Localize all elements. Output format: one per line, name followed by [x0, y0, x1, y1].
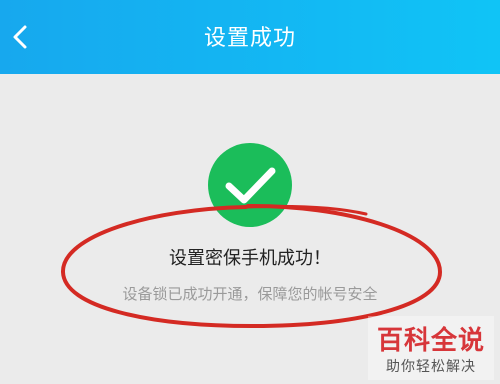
watermark-logo: 百科全说 助你轻松解决: [368, 316, 494, 380]
success-icon: [208, 143, 292, 227]
top-bar: 设置成功: [0, 0, 500, 74]
checkmark-icon: [225, 167, 276, 204]
page-title: 设置成功: [203, 26, 296, 51]
screen: 设置成功 设置密保手机成功！ 设备锁已成功开通，保障您的帐号安全 百科全说 助你…: [0, 0, 500, 384]
watermark-title: 百科全说: [376, 326, 485, 356]
watermark-subtitle: 助你轻松解决: [386, 359, 476, 375]
success-subtitle: 设备锁已成功开通，保障您的帐号安全: [122, 285, 378, 303]
success-title: 设置密保手机成功！: [169, 248, 331, 269]
